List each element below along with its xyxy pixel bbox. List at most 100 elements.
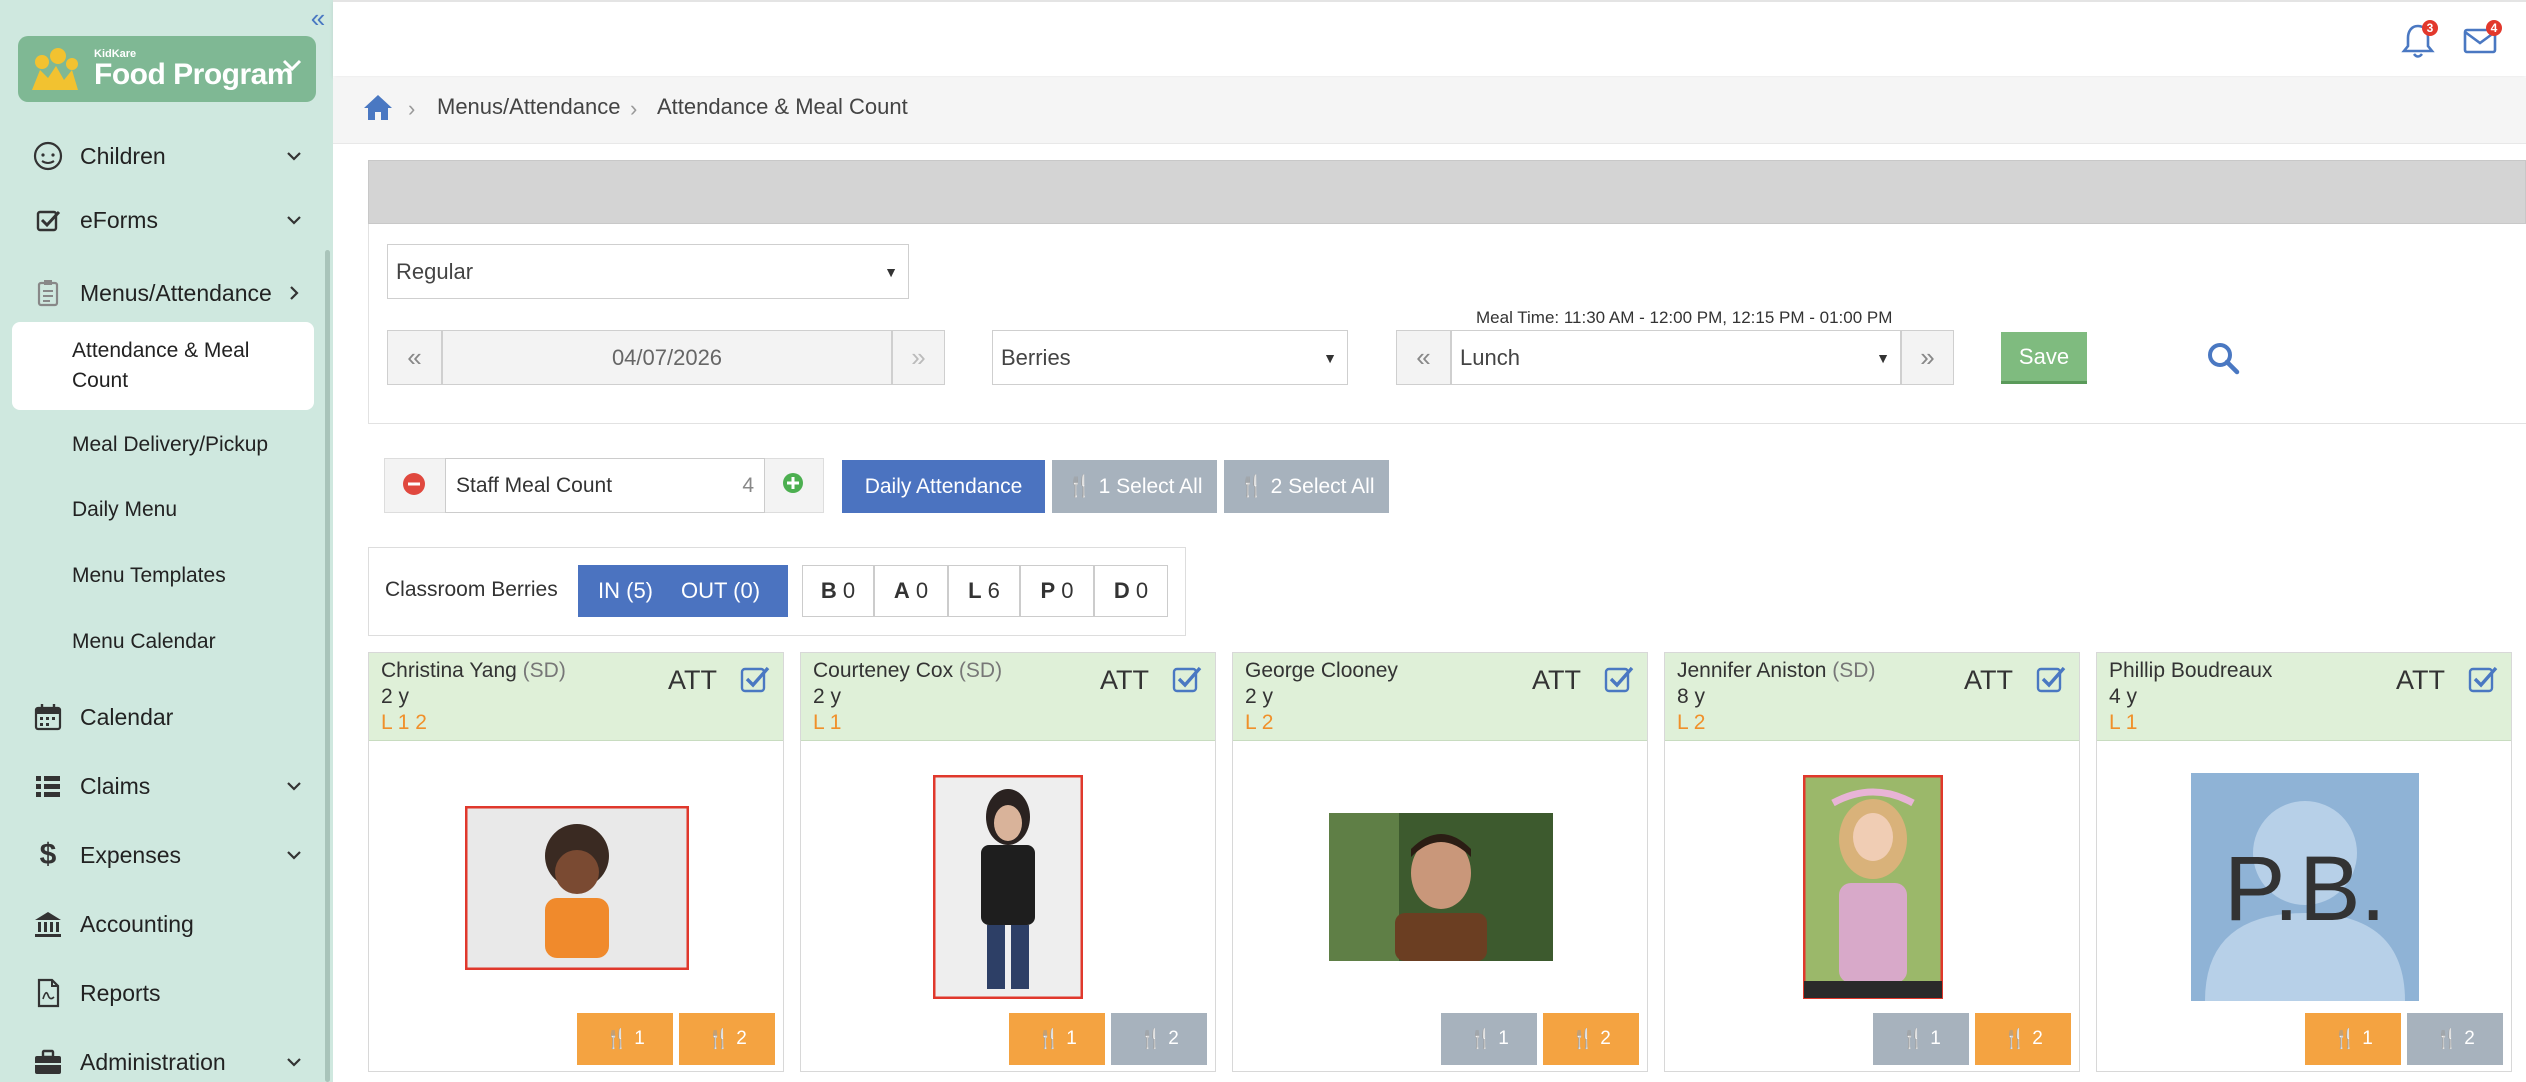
select-all-2-button[interactable]: 🍴 2 Select All <box>1224 460 1389 513</box>
list-icon <box>36 776 60 797</box>
staff-meal-count-value: 4 <box>742 473 754 497</box>
subnav-menu-templates[interactable]: Menu Templates <box>72 564 226 588</box>
meal-1-button[interactable]: 🍴 1 <box>1009 1013 1105 1065</box>
attendance-checkbox-icon[interactable] <box>1603 663 1635 695</box>
child-name: Christina Yang (SD) <box>381 659 566 682</box>
nav-item-claims[interactable]: Claims <box>0 761 325 811</box>
chevron-down-icon <box>287 216 301 225</box>
classroom-select[interactable]: Berries ▼ <box>992 330 1348 385</box>
count-b: B0 <box>802 565 874 617</box>
meal-1-button[interactable]: 🍴 1 <box>1873 1013 1969 1065</box>
subnav-menu-calendar[interactable]: Menu Calendar <box>72 630 216 654</box>
meal-2-button[interactable]: 🍴 2 <box>1111 1013 1207 1065</box>
prev-meal-button[interactable]: « <box>1396 330 1451 385</box>
child-name: Courteney Cox (SD) <box>813 659 1003 682</box>
nav-item-eforms[interactable]: eForms <box>0 195 325 245</box>
child-card[interactable]: George Clooney 2 y L 2 ATT 🍴 1 🍴 2 <box>1232 652 1648 1072</box>
nav-item-calendar[interactable]: Calendar <box>0 692 325 742</box>
out-count[interactable]: OUT (0) <box>681 578 760 604</box>
sidebar-scrollbar[interactable] <box>325 250 330 1082</box>
plus-circle-icon[interactable] <box>782 472 804 494</box>
next-date-button[interactable]: » <box>892 330 945 385</box>
prev-date-button[interactable]: « <box>387 330 442 385</box>
pdf-file-icon <box>37 978 60 1008</box>
minus-circle-icon[interactable] <box>402 472 426 496</box>
meal-2-button[interactable]: 🍴 2 <box>1543 1013 1639 1065</box>
breadcrumb-menus-attendance[interactable]: Menus/Attendance <box>437 94 620 120</box>
attendance-checkbox-icon[interactable] <box>2035 663 2067 695</box>
top-bar <box>333 0 2526 76</box>
nav-item-reports[interactable]: Reports <box>0 968 325 1018</box>
nav-item-administration[interactable]: Administration <box>0 1037 325 1082</box>
meal-select[interactable]: Lunch ▼ <box>1451 330 1901 385</box>
count-l: L6 <box>948 565 1020 617</box>
nav-label-claims: Claims <box>80 772 151 799</box>
subnav-meal-delivery-pickup[interactable]: Meal Delivery/Pickup <box>72 433 268 457</box>
select-all-1-button[interactable]: 🍴 1 Select All <box>1052 460 1217 513</box>
collapse-sidebar-icon[interactable]: « <box>306 5 330 31</box>
child-meals: L 2 <box>1245 711 1274 734</box>
attendance-checkbox-icon[interactable] <box>2467 663 2499 695</box>
panel-header <box>368 160 2526 224</box>
utensils-icon: 🍴 <box>1571 1029 1595 1050</box>
daily-attendance-button[interactable]: Daily Attendance <box>842 460 1045 513</box>
attendance-checkbox-icon[interactable] <box>1171 663 1203 695</box>
attendance-type-value: Regular <box>396 258 474 284</box>
clipboard-icon <box>37 280 59 307</box>
child-name: Phillip Boudreaux <box>2109 659 2273 682</box>
child-card[interactable]: Courteney Cox (SD) 2 y L 1 ATT 🍴 1 🍴 2 <box>800 652 1216 1072</box>
nav-item-expenses[interactable]: $ Expenses <box>0 830 325 880</box>
subnav-daily-menu[interactable]: Daily Menu <box>72 498 177 522</box>
nav-item-accounting[interactable]: Accounting <box>0 899 325 949</box>
subnav-attendance-meal-count[interactable]: Attendance & Meal Count <box>72 336 302 396</box>
att-label: ATT <box>668 665 717 695</box>
child-photo <box>933 775 1083 999</box>
nav-item-children[interactable]: Children <box>0 131 325 181</box>
select-all-2-label: 2 Select All <box>1270 474 1375 498</box>
child-photo <box>1329 813 1553 961</box>
nav-item-menus-attendance[interactable]: Menus/Attendance <box>0 268 325 318</box>
child-face-icon <box>33 141 63 171</box>
utensils-icon: 🍴 <box>605 1029 629 1050</box>
child-age: 2 y <box>813 685 842 708</box>
caret-down-icon: ▼ <box>1876 349 1890 366</box>
meal-1-button[interactable]: 🍴 1 <box>2305 1013 2401 1065</box>
save-button[interactable]: Save <box>2001 332 2087 384</box>
nav-label-expenses: Expenses <box>80 841 182 868</box>
utensils-icon: 🍴 <box>1037 1029 1061 1050</box>
sidebar: « KidKare Food Program Children eForms M… <box>0 0 333 1082</box>
meal-2-button[interactable]: 🍴 2 <box>679 1013 775 1065</box>
next-meal-button[interactable]: » <box>1901 330 1954 385</box>
chevron-down-icon <box>287 152 301 161</box>
caret-down-icon: ▼ <box>884 263 898 280</box>
attendance-checkbox-icon[interactable] <box>739 663 771 695</box>
child-age: 2 y <box>1245 685 1274 708</box>
nav-label-children: Children <box>80 142 166 169</box>
calendar-icon <box>34 704 62 731</box>
bank-icon <box>35 912 61 937</box>
in-out-toggle[interactable]: IN (5) OUT (0) <box>578 565 788 617</box>
meal-1-button[interactable]: 🍴 1 <box>577 1013 673 1065</box>
home-icon[interactable] <box>362 92 394 122</box>
chevron-down-icon <box>287 851 301 860</box>
utensils-icon: 🍴 <box>2333 1029 2357 1050</box>
staff-meal-count-input[interactable]: Staff Meal Count 4 <box>445 458 765 513</box>
search-icon[interactable] <box>2205 340 2241 376</box>
child-card[interactable]: Phillip Boudreaux 4 y L 1 ATT P.B. 🍴 1 🍴… <box>2096 652 2512 1072</box>
attendance-type-select[interactable]: Regular ▼ <box>387 244 909 299</box>
meal-1-button[interactable]: 🍴 1 <box>1441 1013 1537 1065</box>
child-card-header: George Clooney 2 y L 2 ATT <box>1233 653 1647 741</box>
in-count[interactable]: IN (5) <box>598 578 653 604</box>
child-card[interactable]: Jennifer Aniston (SD) 8 y L 2 ATT 🍴 1 🍴 … <box>1664 652 2080 1072</box>
brand-switcher[interactable]: KidKare Food Program <box>18 36 316 102</box>
child-card[interactable]: Christina Yang (SD) 2 y L 1 2 ATT 🍴 1 🍴 … <box>368 652 784 1072</box>
breadcrumb-separator: › <box>408 96 416 121</box>
meal-2-button[interactable]: 🍴 2 <box>1975 1013 2071 1065</box>
nav-label-menus-attendance: Menus/Attendance <box>80 279 272 306</box>
chevron-down-icon <box>287 1058 301 1067</box>
date-input[interactable]: 04/07/2026 <box>442 330 892 385</box>
meal-2-button[interactable]: 🍴 2 <box>2407 1013 2503 1065</box>
child-photo <box>1803 775 1943 999</box>
breadcrumb-separator: › <box>630 96 638 121</box>
dollar-icon: $ <box>39 838 57 871</box>
